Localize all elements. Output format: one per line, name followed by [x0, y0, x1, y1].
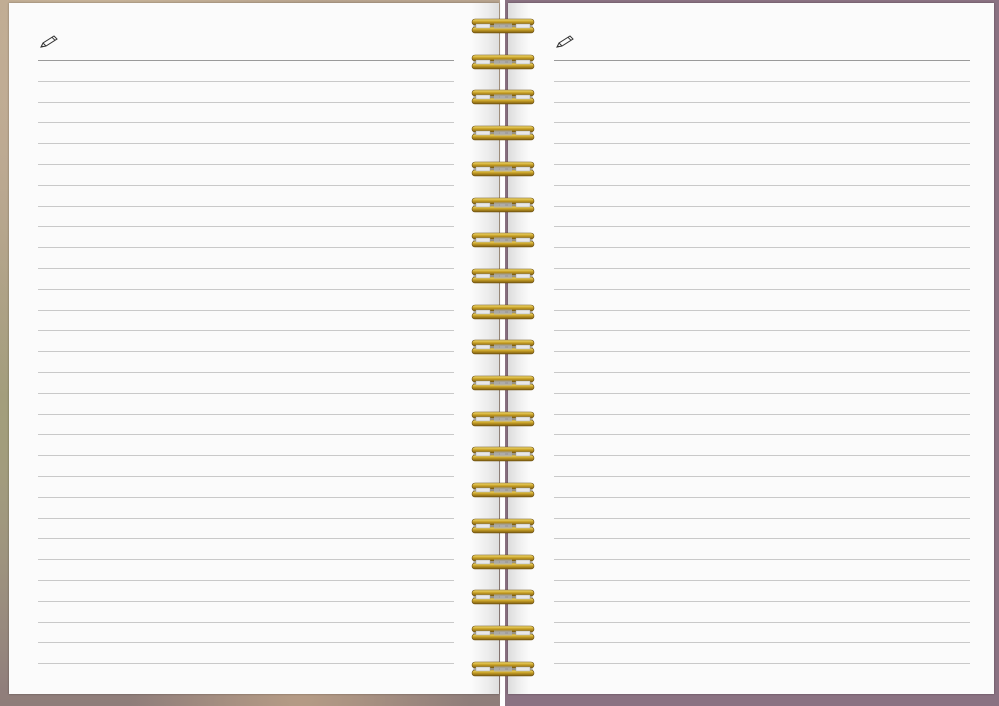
ruled-line: [554, 621, 970, 623]
ruled-line: [554, 267, 970, 269]
ruled-line: [554, 371, 970, 373]
ruled-line: [554, 579, 970, 581]
ruled-line: [554, 288, 970, 290]
ruled-line: [554, 351, 970, 353]
ruled-line: [554, 205, 970, 207]
ruled-line: [554, 475, 970, 477]
spiral-ring: [471, 304, 535, 319]
spiral-ring: [471, 447, 535, 462]
ruled-line: [554, 226, 970, 228]
ruled-line: [554, 413, 970, 415]
ruled-line: [38, 371, 454, 373]
ruled-line: [38, 579, 454, 581]
ruled-line: [554, 642, 970, 644]
ruled-line: [554, 600, 970, 602]
ruled-line: [38, 663, 454, 665]
ruled-line: [38, 475, 454, 477]
ruled-line: [38, 184, 454, 186]
ruled-line: [554, 538, 970, 540]
spiral-ring: [471, 589, 535, 605]
ruled-line: [554, 309, 970, 311]
ruled-line: [38, 517, 454, 519]
ruled-line: [38, 351, 454, 353]
ruled-line: [38, 143, 454, 145]
ruled-line: [554, 663, 970, 665]
spiral-binding: [470, 15, 536, 690]
spiral-ring: [471, 18, 535, 34]
ruled-line: [554, 80, 970, 82]
right-page[interactable]: [508, 3, 994, 694]
ruled-line: [38, 642, 454, 644]
ruled-lines: [554, 60, 970, 684]
ruled-line: [38, 621, 454, 623]
ruled-line: [38, 600, 454, 602]
ruled-line: [38, 60, 454, 61]
ruled-line: [38, 559, 454, 561]
ruled-line: [554, 392, 970, 394]
spiral-ring: [471, 339, 535, 355]
ruled-line: [38, 434, 454, 436]
ruled-line: [38, 496, 454, 498]
ruled-line: [38, 330, 454, 332]
ruled-lines: [38, 60, 454, 684]
spiral-ring: [471, 268, 535, 284]
ruled-line: [554, 122, 970, 124]
ruled-line: [554, 496, 970, 498]
spiral-ring: [471, 54, 535, 69]
ruled-line: [554, 163, 970, 165]
spiral-ring: [471, 518, 535, 534]
ruled-line: [38, 392, 454, 394]
spiral-ring: [471, 482, 535, 498]
ruled-line: [38, 247, 454, 249]
ruled-line: [38, 101, 454, 103]
ruled-line: [554, 434, 970, 436]
ruled-line: [38, 455, 454, 457]
ruled-line: [554, 101, 970, 103]
spiral-ring: [471, 411, 535, 426]
spiral-ring: [471, 625, 535, 641]
spiral-ring: [471, 161, 535, 177]
spiral-ring: [471, 90, 535, 105]
ruled-line: [38, 267, 454, 269]
spiral-ring: [471, 554, 535, 569]
ruled-line: [554, 143, 970, 145]
ruled-line: [554, 184, 970, 186]
spiral-ring: [471, 197, 535, 212]
spiral-ring: [471, 375, 535, 391]
ruled-line: [554, 60, 970, 61]
spiral-ring: [471, 125, 535, 141]
ruled-line: [38, 226, 454, 228]
ruled-line: [554, 559, 970, 561]
ruled-line: [38, 163, 454, 165]
left-page[interactable]: [9, 3, 499, 694]
pencil-icon: [40, 35, 58, 48]
ruled-line: [38, 288, 454, 290]
ruled-line: [38, 80, 454, 82]
ruled-line: [38, 205, 454, 207]
ruled-line: [554, 455, 970, 457]
ruled-line: [554, 247, 970, 249]
ruled-line: [38, 122, 454, 124]
spiral-ring: [471, 232, 535, 248]
ruled-line: [38, 309, 454, 311]
ruled-line: [554, 330, 970, 332]
ruled-line: [38, 413, 454, 415]
pencil-icon: [556, 35, 574, 48]
ruled-line: [554, 517, 970, 519]
ruled-line: [38, 538, 454, 540]
spiral-ring: [471, 661, 535, 676]
